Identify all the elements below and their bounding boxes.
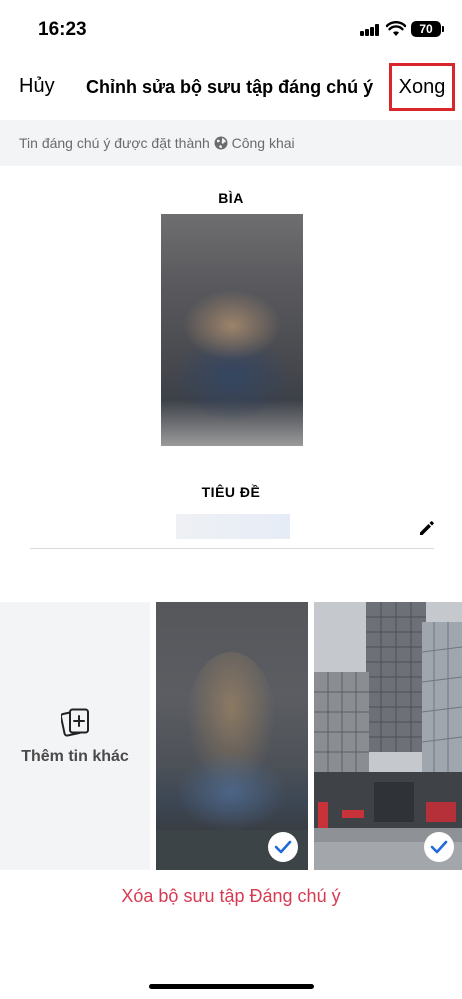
- globe-icon: [214, 136, 228, 150]
- delete-highlight-button[interactable]: Xóa bộ sưu tập Đáng chú ý: [0, 886, 462, 907]
- add-story-icon: [61, 708, 89, 737]
- status-time: 16:23: [38, 19, 87, 40]
- battery-icon: 70: [411, 21, 444, 37]
- title-divider: [30, 548, 434, 549]
- audience-info-banner: Tin đáng chú ý được đặt thành Công khai: [0, 120, 462, 166]
- status-bar: 16:23 70: [0, 0, 462, 60]
- nav-bar: Hủy Chỉnh sửa bộ sưu tập đáng chú ý Xong: [0, 60, 462, 116]
- cover-label: BÌA: [218, 190, 244, 206]
- title-input[interactable]: [176, 514, 290, 539]
- home-indicator: [149, 984, 314, 989]
- audience-info-text: Tin đáng chú ý được đặt thành: [19, 135, 210, 151]
- page-title: Chỉnh sửa bộ sưu tập đáng chú ý: [86, 77, 374, 97]
- story-selected-check[interactable]: [268, 832, 298, 862]
- cancel-button[interactable]: Hủy: [19, 75, 55, 98]
- pencil-icon[interactable]: [418, 519, 436, 537]
- check-icon: [430, 840, 448, 854]
- done-button[interactable]: Xong: [389, 63, 455, 111]
- cover-image[interactable]: [161, 214, 303, 446]
- audience-value[interactable]: Công khai: [232, 135, 295, 151]
- add-story-label: Thêm tin khác: [21, 748, 129, 765]
- building-photo: [314, 602, 462, 870]
- wifi-icon: [386, 21, 406, 36]
- title-label: TIÊU ĐỀ: [201, 484, 261, 500]
- story-thumbnail[interactable]: [156, 602, 308, 870]
- signal-icon: [360, 24, 380, 36]
- story-selected-check[interactable]: [424, 832, 454, 862]
- story-thumbnail[interactable]: [314, 602, 462, 870]
- check-icon: [274, 840, 292, 854]
